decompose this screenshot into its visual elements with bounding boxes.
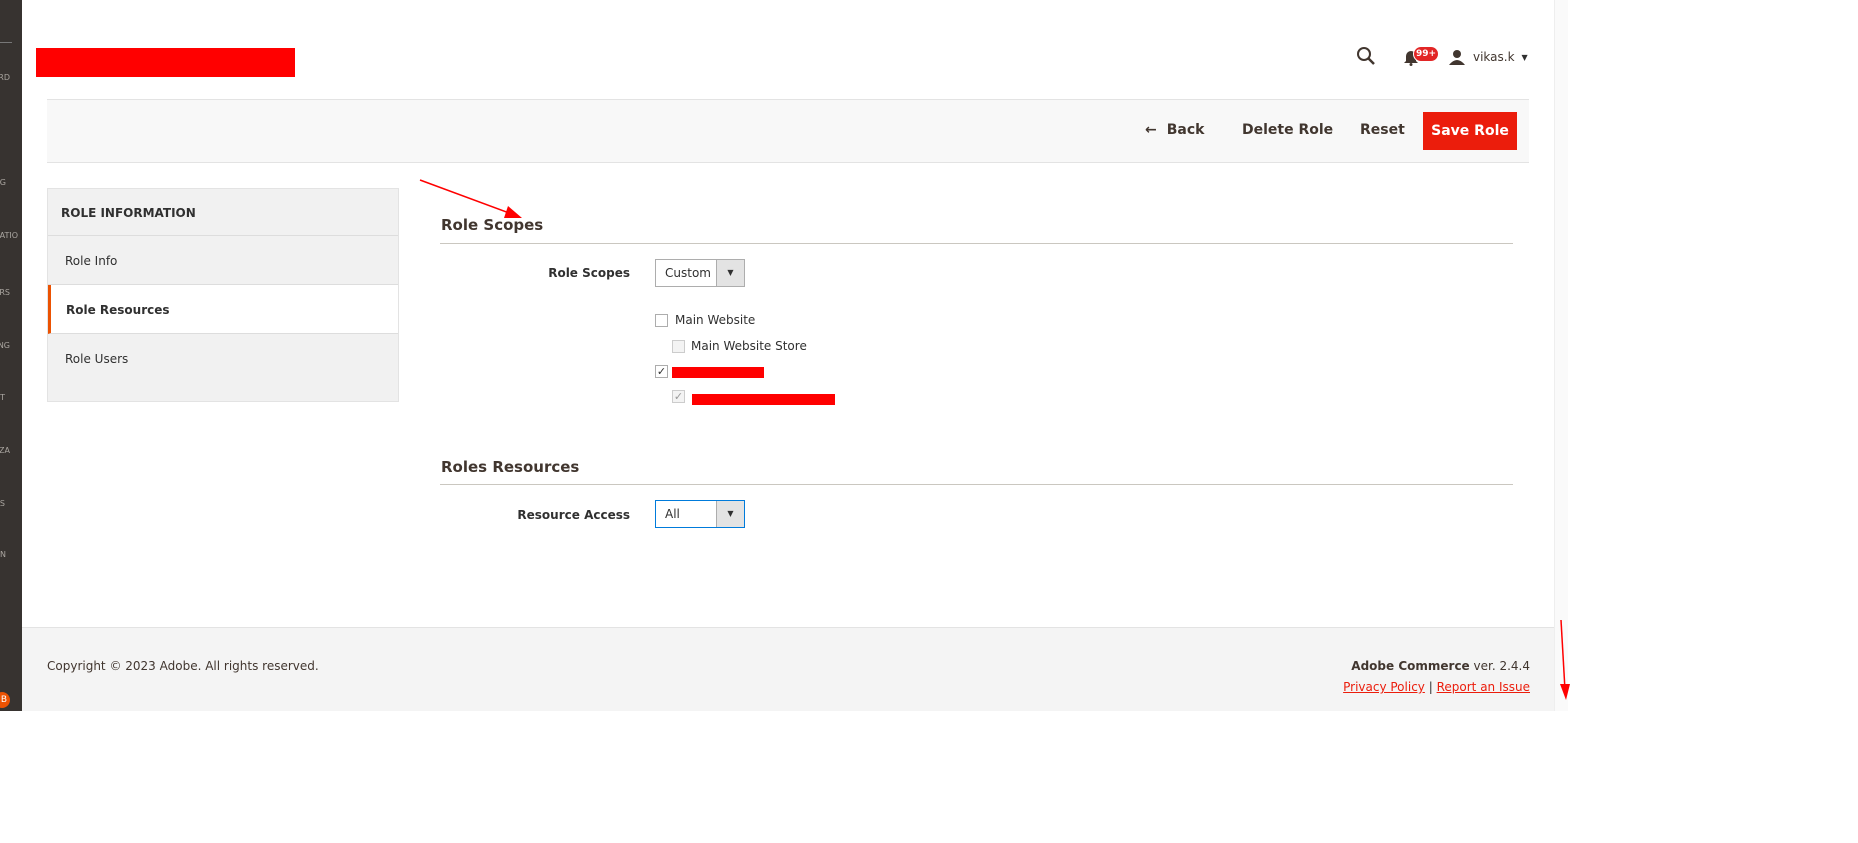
redacted-store-label: [692, 394, 835, 405]
arrow-left-icon: ←: [1145, 122, 1157, 138]
menu-item[interactable]: ATIO: [0, 231, 18, 240]
role-scopes-select[interactable]: Custom ▼: [655, 259, 745, 287]
divider: [440, 243, 1513, 244]
main-website-label: Main Website: [675, 313, 756, 327]
main-website-store-checkbox[interactable]: [672, 340, 685, 353]
privacy-policy-link[interactable]: Privacy Policy: [1343, 680, 1425, 694]
checkmark-icon: ✓: [673, 390, 684, 403]
tabs-title: ROLE INFORMATION: [48, 189, 398, 236]
user-menu[interactable]: vikas.k ▼: [1449, 49, 1528, 65]
chevron-down-icon: ▼: [716, 260, 744, 286]
back-button[interactable]: ← Back: [1145, 122, 1204, 138]
sidebar-badge[interactable]: B: [0, 692, 10, 708]
menu-item[interactable]: S: [0, 499, 5, 508]
redacted-website-checkbox[interactable]: ✓: [655, 365, 668, 378]
redacted-website-label: [672, 367, 764, 378]
role-tabs: ROLE INFORMATION Role Info Role Resource…: [47, 188, 399, 402]
menu-item[interactable]: T: [0, 393, 5, 402]
redacted-store-checkbox[interactable]: ✓: [672, 390, 685, 403]
scrollbar[interactable]: [1554, 0, 1568, 711]
notification-count: 99+: [1413, 46, 1440, 62]
separator: |: [1428, 680, 1433, 694]
report-issue-link[interactable]: Report an Issue: [1437, 680, 1530, 694]
username: vikas.k: [1473, 50, 1515, 64]
delete-role-button[interactable]: Delete Role: [1242, 122, 1333, 138]
role-scopes-heading: Role Scopes: [441, 216, 544, 234]
divider: [0, 42, 12, 43]
tab-role-resources[interactable]: Role Resources: [48, 285, 398, 334]
copyright: Copyright © 2023 Adobe. All rights reser…: [47, 659, 319, 673]
product-name: Adobe Commerce: [1351, 659, 1470, 673]
resource-access-label: Resource Access: [517, 508, 630, 522]
footer-links: Privacy Policy | Report an Issue: [1343, 680, 1530, 694]
divider: [440, 484, 1513, 485]
tab-role-info[interactable]: Role Info: [48, 236, 398, 285]
resource-access-select[interactable]: All ▼: [655, 500, 745, 528]
main-website-checkbox[interactable]: [655, 314, 668, 327]
roles-resources-heading: Roles Resources: [441, 458, 580, 476]
menu-item-dashboard[interactable]: RD: [0, 73, 10, 82]
version: ver. 2.4.4: [1469, 659, 1530, 673]
chevron-down-icon: ▼: [716, 501, 744, 527]
notifications-button[interactable]: 99+: [1403, 46, 1440, 66]
footer: Copyright © 2023 Adobe. All rights reser…: [22, 627, 1554, 711]
chevron-down-icon: ▼: [1521, 52, 1528, 62]
version-info: Adobe Commerce ver. 2.4.4: [1351, 659, 1530, 673]
page-actions: ← Back Delete Role Reset Save Role: [47, 99, 1529, 163]
annotation-arrow: [419, 179, 513, 215]
menu-item[interactable]: NG: [0, 341, 10, 350]
menu-item[interactable]: N: [0, 550, 6, 559]
redacted-page-title: [36, 48, 295, 77]
resource-access-value: All: [665, 507, 680, 521]
checkmark-icon: ✓: [656, 365, 667, 378]
menu-item[interactable]: RS: [0, 288, 10, 297]
back-label: Back: [1166, 122, 1205, 138]
tab-role-users[interactable]: Role Users: [48, 334, 398, 383]
admin-sidebar: RD G ATIO RS NG T ZA S N B: [0, 0, 22, 711]
search-icon: [1357, 47, 1375, 65]
reset-button[interactable]: Reset: [1360, 122, 1405, 138]
save-role-button[interactable]: Save Role: [1423, 112, 1517, 150]
search-button[interactable]: [1356, 46, 1376, 66]
user-icon: [1449, 50, 1465, 65]
main-website-store-label: Main Website Store: [691, 339, 807, 353]
role-scopes-value: Custom: [665, 266, 711, 280]
role-scopes-label: Role Scopes: [548, 266, 630, 280]
menu-item[interactable]: ZA: [0, 446, 10, 455]
menu-item[interactable]: G: [0, 178, 6, 187]
